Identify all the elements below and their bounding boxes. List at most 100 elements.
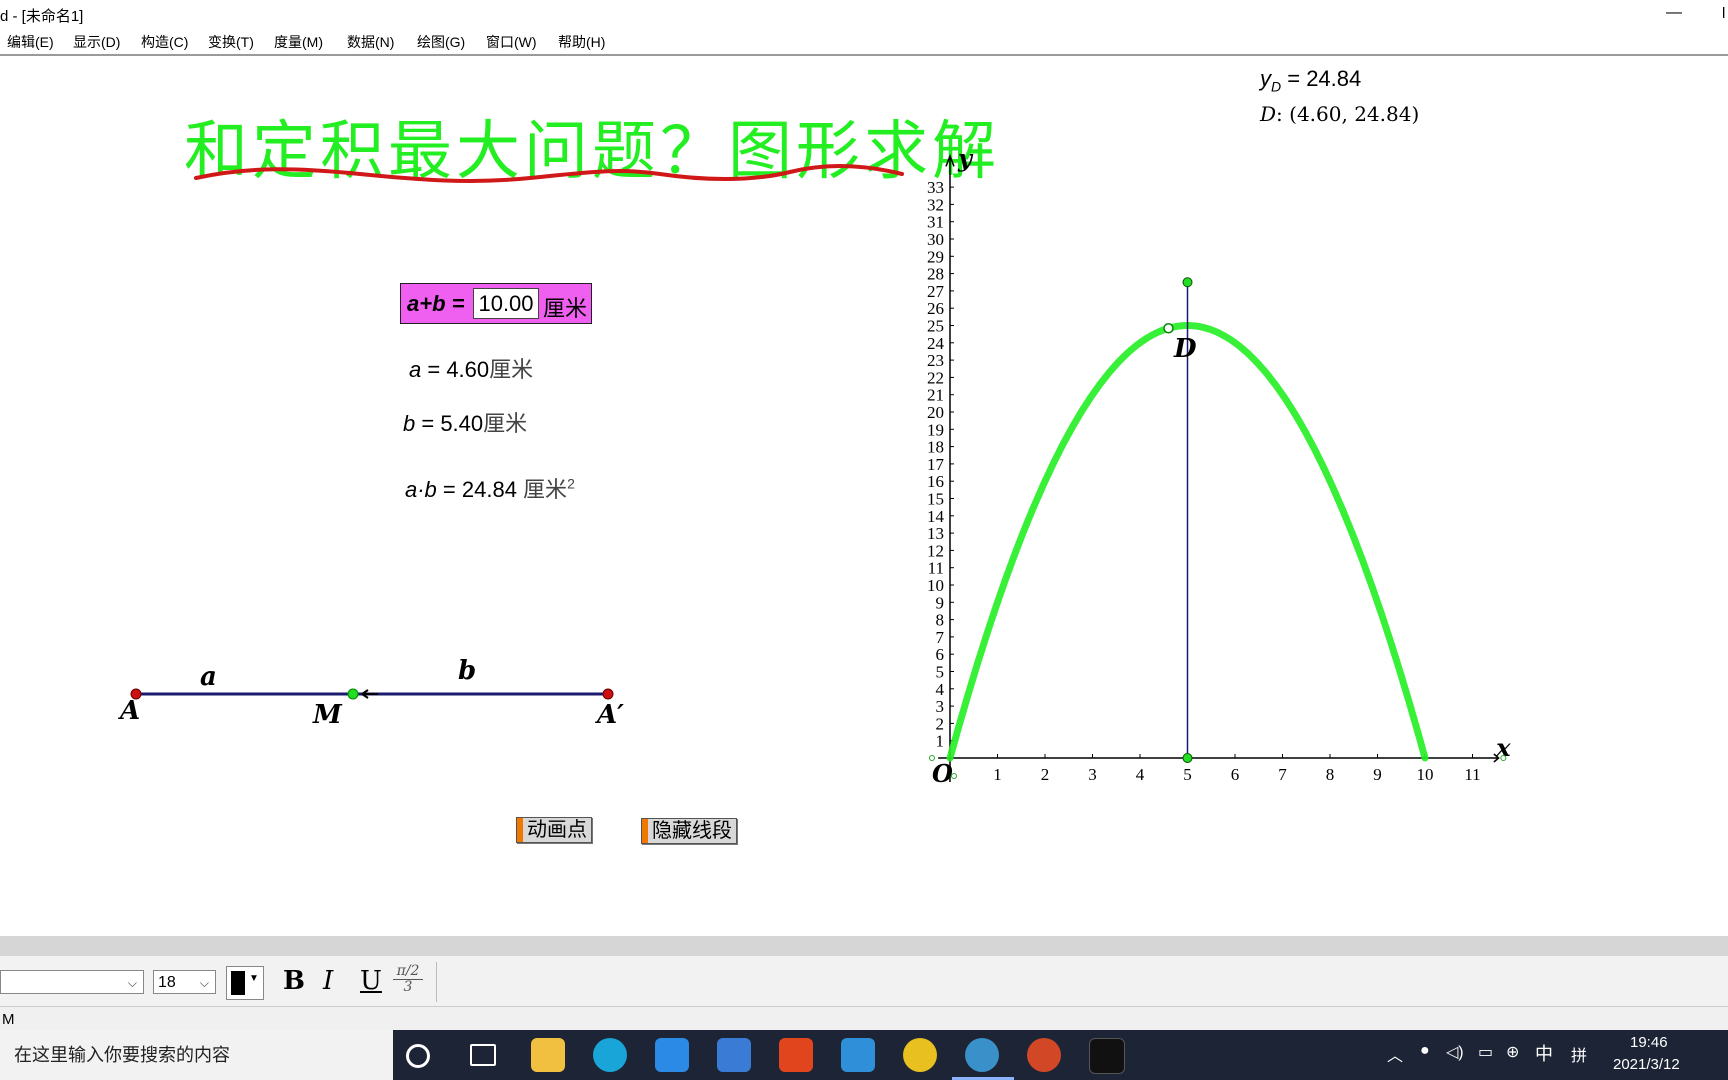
task-view-icon[interactable] (470, 1044, 496, 1066)
menu-data[interactable]: 数据(N) (347, 32, 394, 52)
color-swatch (231, 971, 245, 995)
volume-icon[interactable]: ◁) (1446, 1042, 1464, 1062)
bold-button[interactable]: B (283, 966, 305, 996)
battery-icon[interactable]: ▭ (1478, 1042, 1493, 1062)
mail-icon[interactable] (655, 1038, 689, 1072)
y-tick-label: 3 (936, 697, 945, 716)
microphone-icon[interactable]: ● (1420, 1042, 1430, 1060)
x-tick-label: 3 (1088, 765, 1097, 784)
chrome-icon[interactable] (903, 1038, 937, 1072)
y-tick-label: 31 (927, 213, 944, 232)
edge-icon[interactable] (593, 1038, 627, 1072)
italic-button[interactable]: I (323, 966, 333, 996)
ime-layout[interactable]: 拼 (1571, 1042, 1587, 1066)
y-tick-label: 2 (936, 714, 945, 733)
minimize-button[interactable]: — (1662, 0, 1686, 28)
store-icon[interactable] (717, 1038, 751, 1072)
font-size-select[interactable]: 18 ⌵ (153, 970, 216, 994)
y-tick-label: 10 (927, 576, 944, 595)
underline-button[interactable]: U (360, 966, 382, 996)
x-tick-label: 1 (993, 765, 1002, 784)
text-color-picker[interactable]: ▼ (226, 966, 264, 1000)
y-tick-label: 29 (927, 247, 944, 266)
y-tick-label: 33 (927, 178, 944, 197)
x-tick-label: 4 (1136, 765, 1145, 784)
y-tick-label: 4 (936, 680, 945, 699)
y-tick-label: 20 (927, 403, 944, 422)
point-D[interactable] (1163, 323, 1174, 334)
y-tick-label: 24 (927, 334, 945, 353)
y-tick-label: 21 (927, 386, 944, 405)
x-tick-label: 8 (1326, 765, 1335, 784)
vscode-icon[interactable] (841, 1038, 875, 1072)
chevron-down-icon: ⌵ (127, 976, 137, 990)
chevron-down-icon: ▼ (249, 973, 259, 984)
x-tick-label: 7 (1278, 765, 1287, 784)
chevron-up-icon[interactable]: ︿ (1387, 1042, 1403, 1066)
y-tick-label: 26 (927, 299, 944, 318)
clock-time[interactable]: 19:46 (1630, 1034, 1668, 1051)
y-tick-label: 27 (927, 282, 945, 301)
menu-window[interactable]: 窗口(W) (486, 32, 537, 52)
sketch-canvas[interactable]: 和定积最大问题？图形求解 a+b = 10.00 厘米 a = 4.60厘米 b… (0, 56, 1728, 936)
taskbar-search-input[interactable]: 在这里输入你要搜索的内容 (0, 1030, 393, 1080)
vertical-top-point[interactable] (1182, 277, 1193, 288)
capcut-icon[interactable] (1089, 1038, 1125, 1074)
math-format-button[interactable]: π/2 3 (393, 964, 423, 995)
menu-help[interactable]: 帮助(H) (558, 32, 605, 52)
y-tick-label: 1 (936, 732, 945, 751)
network-icon[interactable]: ⊕ (1506, 1042, 1519, 1062)
y-tick-label: 18 (927, 438, 944, 457)
y-tick-label: 22 (927, 368, 944, 387)
y-tick-label: 15 (927, 490, 944, 509)
menu-transform[interactable]: 变换(T) (208, 32, 254, 52)
y-tick-label: 25 (927, 317, 944, 336)
y-tick-label: 32 (927, 195, 944, 214)
y-tick-label: 23 (927, 351, 944, 370)
powerpoint-icon[interactable] (1027, 1038, 1061, 1072)
chevron-down-icon: ⌵ (199, 976, 209, 990)
cortana-icon[interactable] (406, 1044, 430, 1068)
menu-construct[interactable]: 构造(C) (141, 32, 188, 52)
clock-date[interactable]: 2021/3/12 (1613, 1056, 1680, 1073)
y-tick-label: 9 (936, 593, 945, 612)
y-tick-label: 14 (927, 507, 945, 526)
menu-graph[interactable]: 绘图(G) (417, 32, 465, 52)
coordinate-graph[interactable]: 1 2 3 4 5 6 7 8 9 10 11123456789101112131415161718… (0, 56, 1728, 936)
file-explorer-icon[interactable] (531, 1038, 565, 1072)
menu-bar: 编辑(E) 显示(D) 构造(C) 变换(T) 度量(M) 数据(N) 绘图(G… (0, 28, 1728, 56)
sketchpad-icon[interactable] (965, 1038, 999, 1072)
y-tick-label: 11 (928, 559, 944, 578)
ime-mode[interactable]: 中 (1535, 1040, 1553, 1066)
y-tick-label: 12 (927, 541, 944, 560)
x-tick-label: 6 (1231, 765, 1240, 784)
x-tick-label: 5 (1183, 765, 1192, 784)
status-text: M (2, 1011, 15, 1028)
windows-taskbar: 在这里输入你要搜索的内容 ︿ ● ◁) ▭ ⊕ 中 拼 19:46 2021/3… (0, 1030, 1728, 1080)
font-size-value: 18 (158, 974, 176, 991)
x-tick-label: 10 (1417, 765, 1434, 784)
x-tick-label: 9 (1373, 765, 1382, 784)
origin-label: O (932, 759, 953, 788)
office-icon[interactable] (779, 1038, 813, 1072)
math-bottom: 3 (403, 979, 413, 995)
window-title: d - [未命名1] (0, 8, 84, 25)
vertical-base-point[interactable] (1182, 753, 1193, 763)
close-button[interactable]: l (1722, 5, 1725, 22)
y-tick-label: 5 (936, 663, 945, 682)
x-tick-label: 11 (1464, 765, 1480, 784)
font-name-select[interactable]: ⌵ (0, 970, 144, 994)
label-D: D (1174, 334, 1197, 364)
x-axis-label: x (1495, 733, 1511, 762)
menu-display[interactable]: 显示(D) (73, 32, 120, 52)
y-tick-label: 6 (936, 645, 945, 664)
toolbar-divider (436, 962, 437, 1002)
menu-measure[interactable]: 度量(M) (274, 32, 323, 52)
y-tick-label: 19 (927, 420, 944, 439)
menu-edit[interactable]: 编辑(E) (7, 32, 54, 52)
y-tick-label: 16 (927, 472, 944, 491)
toolbar-separator (0, 936, 1728, 956)
y-tick-label: 17 (927, 455, 945, 474)
y-tick-label: 30 (927, 230, 944, 249)
math-top: π/2 (393, 964, 423, 980)
